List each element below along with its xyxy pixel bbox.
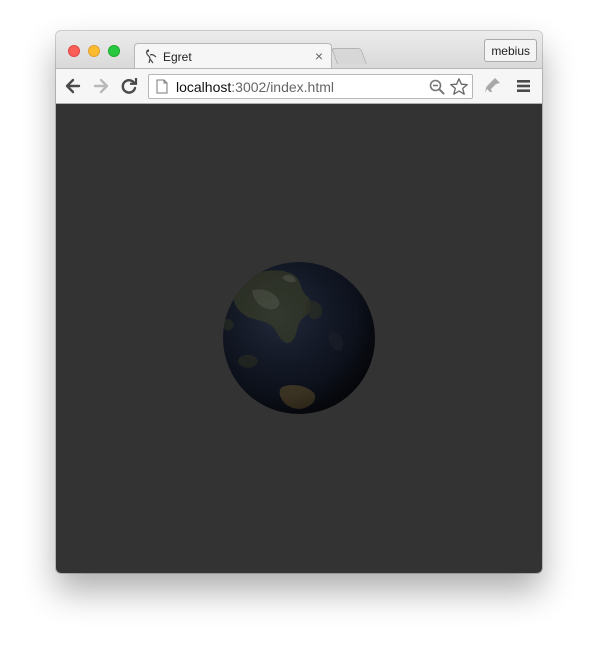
profile-button[interactable]: mebius <box>484 39 537 62</box>
url-text: localhost:3002/index.html <box>176 79 334 95</box>
url-host: localhost <box>176 79 232 95</box>
minimize-window-button[interactable] <box>88 45 100 57</box>
back-arrow-icon[interactable] <box>62 75 84 97</box>
zoom-window-button[interactable] <box>108 45 120 57</box>
tab-content: Egret × <box>145 44 325 70</box>
address-bar[interactable]: localhost:3002/index.html <box>148 74 473 99</box>
title-bar: Egret × mebius <box>56 31 542 70</box>
tab-egret[interactable]: Egret × <box>134 43 332 70</box>
tab-title: Egret <box>163 50 192 64</box>
egret-favicon-icon <box>146 49 157 64</box>
page-viewport[interactable] <box>56 104 542 573</box>
bookmark-star-icon[interactable] <box>449 77 469 97</box>
browser-window: Egret × mebius localhost:3002/index.html <box>56 31 542 573</box>
earth-globe[interactable] <box>222 261 376 415</box>
page-icon <box>156 79 168 94</box>
new-tab-button[interactable] <box>331 48 367 64</box>
reload-icon[interactable] <box>118 75 140 97</box>
url-path: :3002/index.html <box>231 79 334 95</box>
menu-icon[interactable] <box>513 75 535 97</box>
close-window-button[interactable] <box>68 45 80 57</box>
browser-toolbar: localhost:3002/index.html <box>56 68 542 104</box>
extension-icon[interactable] <box>482 75 504 97</box>
tab-close-button[interactable]: × <box>315 48 323 64</box>
zoom-icon[interactable] <box>429 79 445 95</box>
forward-arrow-icon[interactable] <box>90 75 112 97</box>
